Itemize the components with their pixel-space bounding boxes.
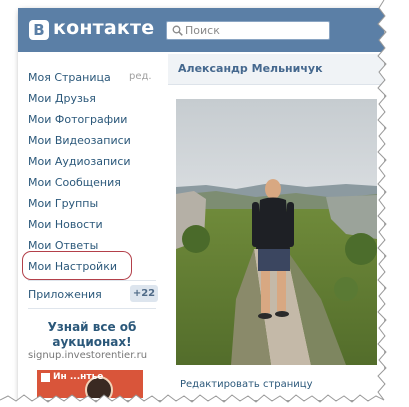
- profile-name: Александр Мельничук: [178, 62, 323, 75]
- profile-name-bar: Александр Мельничук: [168, 54, 384, 85]
- ad-logo-icon: [41, 373, 50, 382]
- top-header: В контакте: [18, 8, 384, 52]
- search-box[interactable]: [166, 21, 330, 40]
- sidebar-item-news[interactable]: Мои Новости: [28, 218, 103, 231]
- sidebar-item-audio[interactable]: Мои Аудиозаписи: [28, 155, 131, 168]
- sidebar-item-messages[interactable]: Мои Сообщения: [28, 176, 121, 189]
- divider: [28, 280, 156, 281]
- left-sidebar: Моя Страница ред. Мои Друзья Мои Фотогра…: [18, 52, 166, 400]
- ad-banner-text: Ин ...нтье: [53, 372, 104, 382]
- vk-logo-icon[interactable]: В: [29, 20, 49, 40]
- apps-count-badge[interactable]: +22: [130, 285, 158, 302]
- ad-url[interactable]: signup.investorentier.ru: [28, 350, 147, 361]
- sidebar-item-groups[interactable]: Мои Группы: [28, 197, 98, 210]
- ad-banner[interactable]: Ин ...нтье: [37, 370, 143, 398]
- profile-photo[interactable]: [176, 99, 377, 365]
- logo-text[interactable]: контакте: [53, 17, 154, 39]
- main-content: Александр Мельничук Редактировать страни…: [166, 52, 384, 400]
- ad-title[interactable]: Узнай все об аукционах!: [28, 320, 156, 350]
- sidebar-item-videos[interactable]: Мои Видеозаписи: [28, 134, 131, 147]
- search-input[interactable]: [185, 23, 323, 38]
- sidebar-item-photos[interactable]: Мои Фотографии: [28, 113, 127, 126]
- vk-page: В контакте Моя Страница ред. Мои Друзья …: [18, 8, 384, 400]
- sidebar-item-apps[interactable]: Приложения: [28, 288, 102, 301]
- divider: [28, 308, 156, 309]
- edit-link[interactable]: ред.: [129, 71, 152, 82]
- settings-highlight-outline: [22, 251, 132, 280]
- sidebar-item-friends[interactable]: Мои Друзья: [28, 92, 96, 105]
- sidebar-item-my-page[interactable]: Моя Страница: [28, 71, 111, 84]
- search-icon: [172, 25, 183, 36]
- edit-page-link[interactable]: Редактировать страницу: [180, 379, 313, 390]
